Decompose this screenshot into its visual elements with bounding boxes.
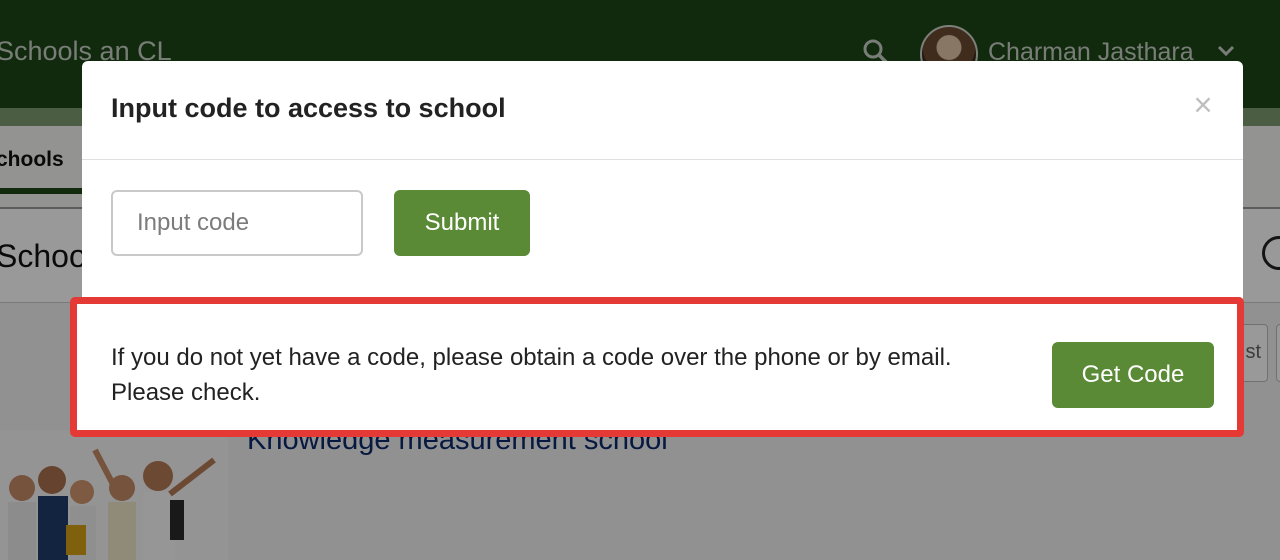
notice-text: If you do not yet have a code, please ob… [111,344,952,406]
get-code-button[interactable]: Get Code [1052,342,1214,408]
modal-title: Input code to access to school [111,93,506,123]
get-code-notice: If you do not yet have a code, please ob… [70,297,1244,437]
submit-button[interactable]: Submit [394,190,530,256]
close-icon[interactable]: × [1188,87,1218,123]
code-input[interactable] [111,190,363,256]
modal-header: Input code to access to school × [82,61,1243,160]
